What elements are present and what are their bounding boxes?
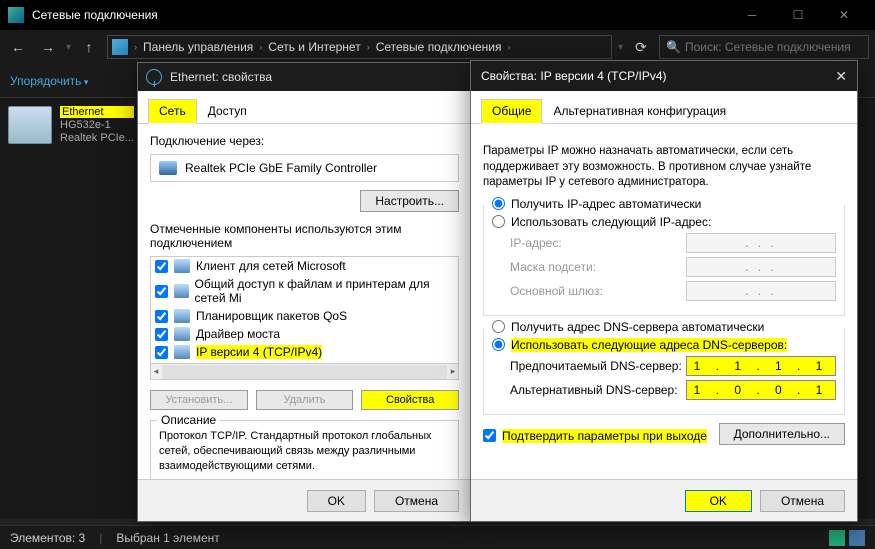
properties-button[interactable]: Свойства bbox=[361, 390, 459, 410]
back-button[interactable]: ← bbox=[6, 35, 30, 59]
status-bar: Элементов: 3 | Выбран 1 элемент bbox=[0, 525, 875, 549]
dns-alternate-field[interactable]: 1 . 0 . 0 . 1 bbox=[686, 380, 836, 400]
refresh-button[interactable]: ⟳ bbox=[629, 35, 653, 59]
dlg2-cancel-button[interactable]: Отмена bbox=[760, 490, 845, 512]
subnet-mask-field: . . . bbox=[686, 257, 836, 277]
comp-check-0[interactable] bbox=[155, 260, 168, 273]
comp-check-4[interactable] bbox=[155, 346, 168, 359]
addr-chevron[interactable]: ▾ bbox=[618, 42, 623, 53]
components-list[interactable]: Клиент для сетей Microsoft Общий доступ … bbox=[150, 256, 459, 380]
dlg2-ok-button[interactable]: OK bbox=[685, 490, 752, 512]
address-bar[interactable]: › Панель управления › Сеть и Интернет › … bbox=[107, 35, 612, 59]
dlg1-cancel-button[interactable]: Отмена bbox=[374, 490, 459, 512]
close-button[interactable]: ✕ bbox=[821, 0, 867, 30]
dns-preferred-field[interactable]: 1 . 1 . 1 . 1 bbox=[686, 356, 836, 376]
search-placeholder: Поиск: Сетевые подключения bbox=[685, 40, 851, 54]
ip-manual-radio[interactable] bbox=[492, 215, 505, 228]
organize-menu[interactable]: Упорядочить bbox=[10, 74, 88, 88]
comp-check-2[interactable] bbox=[155, 310, 168, 323]
location-icon bbox=[112, 39, 128, 55]
dialog2-titlebar[interactable]: Свойства: IP версии 4 (TCP/IPv4) ✕ bbox=[471, 61, 857, 91]
window-title: Сетевые подключения bbox=[32, 8, 729, 22]
status-element-count: Элементов: 3 bbox=[10, 531, 85, 545]
dns-manual-radio[interactable] bbox=[492, 338, 505, 351]
nic-icon bbox=[159, 161, 177, 175]
nav-chevron: ▾ bbox=[66, 42, 71, 53]
dlg1-ok-button[interactable]: OK bbox=[307, 490, 366, 512]
forward-button[interactable]: → bbox=[36, 35, 60, 59]
dialog2-close-button[interactable]: ✕ bbox=[835, 68, 847, 85]
components-label: Отмеченные компоненты используются этим … bbox=[150, 222, 459, 250]
search-input[interactable]: 🔍 Поиск: Сетевые подключения bbox=[659, 35, 869, 59]
remove-button[interactable]: Удалить bbox=[256, 390, 354, 410]
h-scrollbar[interactable]: ◂▸ bbox=[151, 363, 458, 379]
minimize-button[interactable]: ─ bbox=[729, 0, 775, 30]
advanced-button[interactable]: Дополнительно... bbox=[719, 423, 845, 445]
tab-alt-config[interactable]: Альтернативная конфигурация bbox=[542, 99, 737, 123]
comp-check-3[interactable] bbox=[155, 328, 168, 341]
window-titlebar: Сетевые подключения ─ ☐ ✕ bbox=[0, 0, 875, 30]
install-button[interactable]: Установить... bbox=[150, 390, 248, 410]
ipv4-properties-dialog: Свойства: IP версии 4 (TCP/IPv4) ✕ Общие… bbox=[470, 60, 858, 522]
comp-check-1[interactable] bbox=[155, 285, 168, 298]
dialog1-title: Ethernet: свойства bbox=[170, 70, 272, 84]
tab-access[interactable]: Доступ bbox=[197, 99, 258, 123]
nic-box: Realtek PCIe GbE Family Controller bbox=[150, 154, 459, 182]
nic-name: Realtek PCIe GbE Family Controller bbox=[185, 161, 377, 175]
description-title: Описание bbox=[157, 413, 220, 427]
ip-auto-radio[interactable] bbox=[492, 197, 505, 210]
up-button[interactable]: ↑ bbox=[77, 35, 101, 59]
intro-text: Параметры IP можно назначать автоматичес… bbox=[483, 144, 845, 191]
breadcrumb-1[interactable]: Панель управления bbox=[143, 40, 253, 54]
app-icon bbox=[8, 7, 24, 23]
adapter-name: Ethernet bbox=[60, 106, 134, 118]
configure-button[interactable]: Настроить... bbox=[360, 190, 459, 212]
tab-network[interactable]: Сеть bbox=[148, 99, 197, 124]
view-large-icon[interactable] bbox=[849, 530, 865, 546]
ethernet-icon bbox=[146, 69, 162, 85]
description-text: Протокол TCP/IP. Стандартный протокол гл… bbox=[159, 429, 450, 474]
ip-address-field: . . . bbox=[686, 233, 836, 253]
connect-through-label: Подключение через: bbox=[150, 134, 459, 148]
tab-general[interactable]: Общие bbox=[481, 99, 542, 124]
validate-checkbox[interactable] bbox=[483, 429, 496, 442]
gateway-field: . . . bbox=[686, 281, 836, 301]
adapter-network: HG532e-1 bbox=[60, 119, 134, 131]
ethernet-properties-dialog: Ethernet: свойства Сеть Доступ Подключен… bbox=[137, 62, 472, 522]
dns-auto-radio[interactable] bbox=[492, 320, 505, 333]
maximize-button[interactable]: ☐ bbox=[775, 0, 821, 30]
description-group: Описание Протокол TCP/IP. Стандартный пр… bbox=[150, 420, 459, 483]
view-details-icon[interactable] bbox=[829, 530, 845, 546]
adapter-device: Realtek PCIe... bbox=[60, 132, 134, 144]
breadcrumb-3[interactable]: Сетевые подключения bbox=[376, 40, 502, 54]
adapter-icon bbox=[8, 106, 52, 144]
status-selected: Выбран 1 элемент bbox=[116, 531, 219, 545]
breadcrumb-2[interactable]: Сеть и Интернет bbox=[268, 40, 360, 54]
dialog1-titlebar[interactable]: Ethernet: свойства bbox=[138, 63, 471, 91]
dialog2-title: Свойства: IP версии 4 (TCP/IPv4) bbox=[481, 69, 667, 83]
adapter-item[interactable]: Ethernet HG532e-1 Realtek PCIe... bbox=[8, 106, 138, 144]
nav-bar: ← → ▾ ↑ › Панель управления › Сеть и Инт… bbox=[0, 30, 875, 64]
